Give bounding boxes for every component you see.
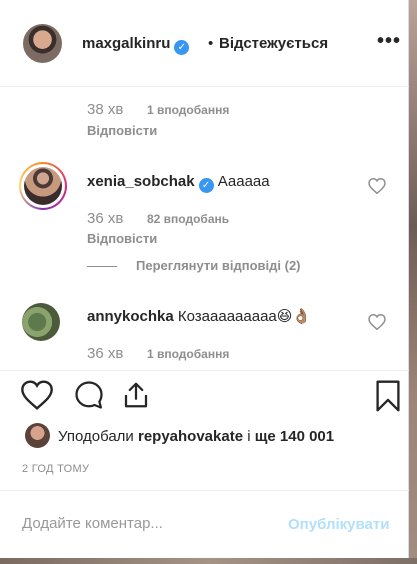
like-heart-icon[interactable]: [21, 380, 53, 410]
replies-divider: [87, 266, 117, 267]
comment-time: 36 хв: [87, 345, 124, 362]
comment-time: 38 хв: [87, 101, 124, 118]
liker-avatar[interactable]: [25, 423, 50, 448]
post-comments-panel: maxgalkinru ✓ • Відстежується ••• 38 хв 1…: [0, 0, 409, 558]
author-username[interactable]: maxgalkinru ✓: [82, 35, 190, 55]
likes-prefix: Уподобали: [58, 428, 134, 445]
like-comment-heart-icon[interactable]: [368, 178, 386, 194]
post-timestamp[interactable]: 2 ГОД ТОМУ: [22, 463, 89, 475]
author-avatar[interactable]: [23, 24, 62, 63]
liker-username[interactable]: repyahovakate: [138, 428, 243, 445]
comment-bubble-icon[interactable]: [74, 380, 104, 410]
likes-middle: і: [247, 428, 251, 445]
post-header: maxgalkinru ✓ • Відстежується •••: [0, 0, 409, 87]
story-ring-inner: [21, 164, 65, 208]
actions-divider: [0, 370, 409, 371]
commenter-avatar[interactable]: [22, 303, 60, 341]
header-separator: •: [208, 35, 214, 52]
save-bookmark-icon[interactable]: [375, 380, 401, 412]
background-photo-edge: [409, 0, 417, 564]
more-options-icon[interactable]: •••: [377, 30, 401, 53]
comment-likes[interactable]: 1 вподобання: [147, 103, 229, 117]
like-comment-heart-icon[interactable]: [368, 314, 386, 330]
commenter-avatar: [24, 167, 62, 205]
reply-button[interactable]: Відповісти: [87, 231, 157, 246]
comment-time: 36 хв: [87, 210, 124, 227]
comment-text: Аааааа: [217, 173, 270, 190]
comment-bar-divider: [0, 490, 409, 491]
comment-body: xenia_sobchak ✓ Аааааа: [87, 173, 270, 193]
reply-button[interactable]: Відповісти: [87, 123, 157, 138]
likes-count[interactable]: ще 140 001: [255, 428, 334, 445]
background-photo-edge-bottom: [0, 558, 417, 564]
verified-badge-icon: ✓: [174, 40, 190, 55]
comment-input[interactable]: [22, 515, 272, 532]
author-username-text[interactable]: maxgalkinru: [82, 35, 170, 52]
commenter-username[interactable]: xenia_sobchak: [87, 173, 195, 190]
following-button[interactable]: Відстежується: [219, 35, 328, 52]
view-replies-button[interactable]: Переглянути відповіді (2): [136, 258, 301, 273]
comment-likes[interactable]: 82 вподобань: [147, 212, 229, 226]
story-ring-avatar[interactable]: [19, 162, 67, 210]
comment-text: Козааааааааа😆👌🏽: [177, 308, 312, 325]
comment-body: annykochka Козааааааааа😆👌🏽: [87, 307, 311, 325]
verified-badge-icon: ✓: [198, 178, 214, 193]
commenter-username[interactable]: annykochka: [87, 308, 174, 325]
likes-summary: Уподобали repyahovakate і ще 140 001: [58, 428, 334, 445]
share-upload-icon[interactable]: [121, 380, 151, 410]
comment-likes[interactable]: 1 вподобання: [147, 347, 229, 361]
publish-button[interactable]: Опублікувати: [288, 516, 389, 533]
